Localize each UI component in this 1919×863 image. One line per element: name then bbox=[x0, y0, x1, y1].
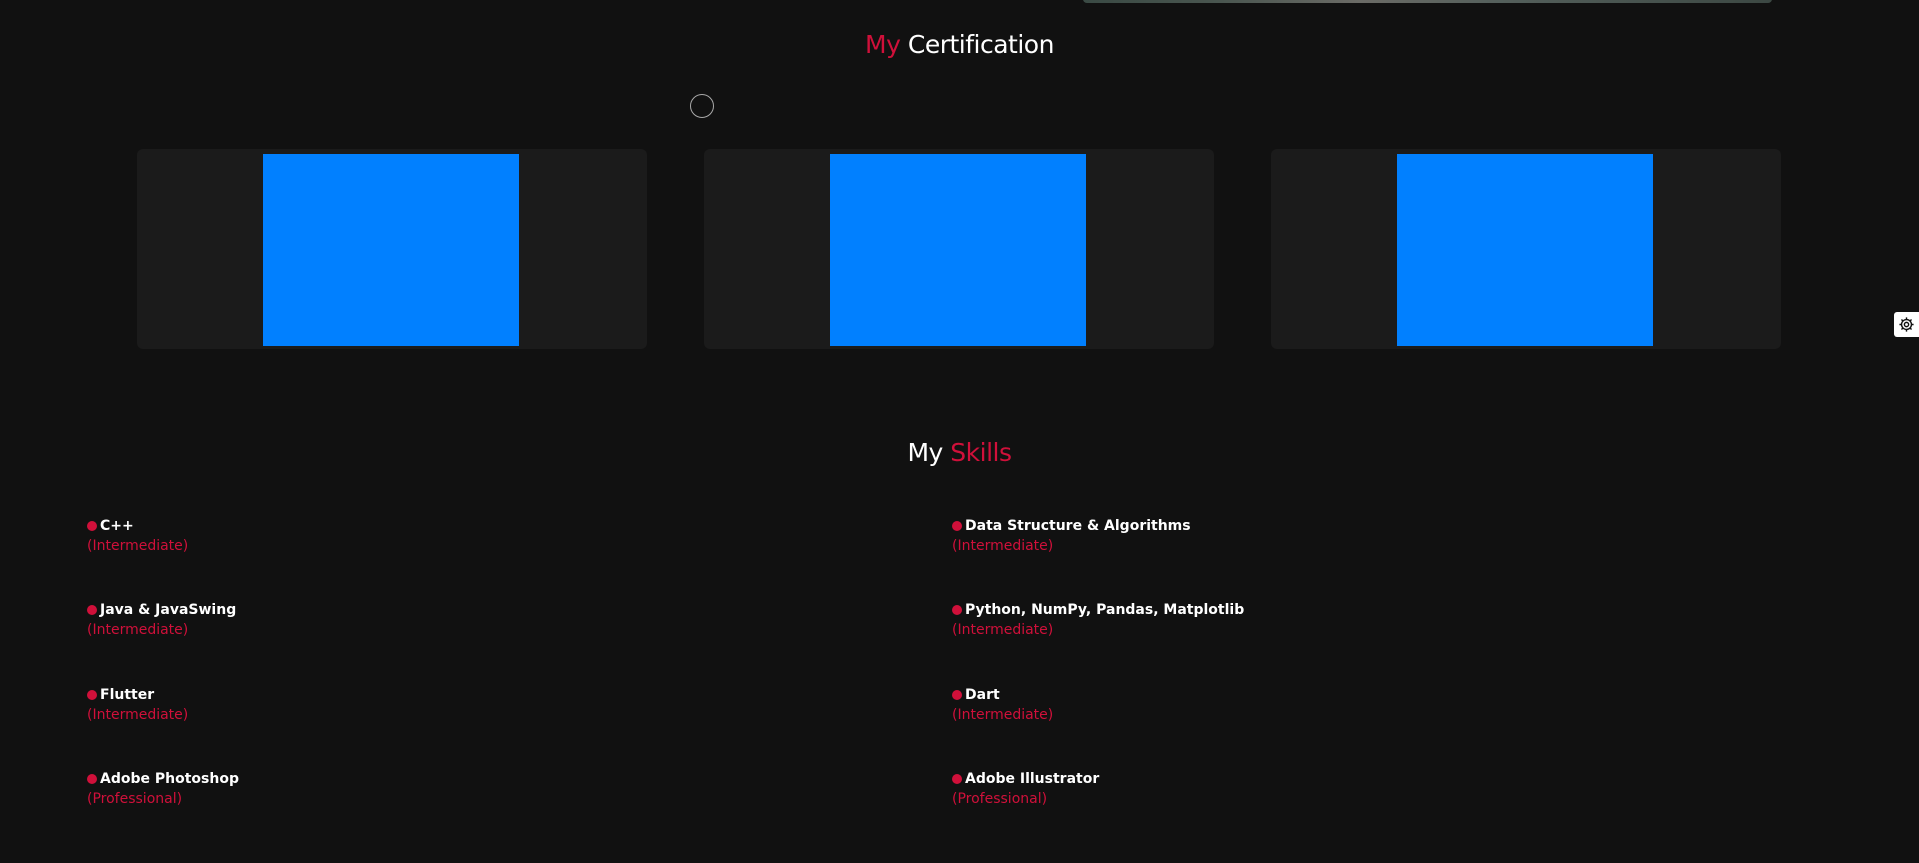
skill-item: Flutter (Intermediate) bbox=[87, 685, 687, 725]
skill-item: Java & JavaSwing (Intermediate) bbox=[87, 600, 687, 640]
certification-heading: My Certification bbox=[0, 30, 1919, 59]
skills-heading: My Skills bbox=[0, 438, 1919, 467]
portfolio-page: My Certification My Skills C++ (Intermed… bbox=[0, 0, 1919, 863]
skill-level: (Intermediate) bbox=[952, 707, 1054, 723]
skill-name: Adobe Illustrator bbox=[965, 771, 1100, 787]
skill-level: (Intermediate) bbox=[87, 622, 189, 638]
bullet-dot-icon bbox=[952, 521, 962, 531]
certification-heading-accent: My bbox=[865, 30, 901, 59]
skill-level: (Professional) bbox=[87, 791, 183, 807]
skill-name: Java & JavaSwing bbox=[100, 602, 237, 618]
skill-name: C++ bbox=[100, 518, 134, 534]
skill-name: Flutter bbox=[100, 687, 155, 703]
skill-item: Adobe Illustrator (Professional) bbox=[952, 769, 1552, 809]
previous-section-image bbox=[1083, 0, 1772, 3]
bullet-dot-icon bbox=[952, 774, 962, 784]
settings-button[interactable] bbox=[1894, 312, 1919, 337]
skill-item: Dart (Intermediate) bbox=[952, 685, 1552, 725]
skill-name: Python, NumPy, Pandas, Matplotlib bbox=[965, 602, 1245, 618]
skill-item: C++ (Intermediate) bbox=[87, 516, 687, 556]
certificate-thumbnail[interactable] bbox=[830, 154, 1086, 346]
bullet-dot-icon bbox=[87, 605, 97, 615]
certification-card[interactable] bbox=[137, 149, 647, 349]
skill-name: Adobe Photoshop bbox=[100, 771, 239, 787]
bullet-dot-icon bbox=[87, 521, 97, 531]
bullet-dot-icon bbox=[952, 605, 962, 615]
skills-heading-accent: Skills bbox=[950, 438, 1012, 467]
skill-level: (Intermediate) bbox=[952, 622, 1054, 638]
skill-level: (Intermediate) bbox=[87, 538, 189, 554]
certification-heading-text: Certification bbox=[907, 30, 1055, 59]
certificate-thumbnail[interactable] bbox=[263, 154, 519, 346]
bullet-dot-icon bbox=[87, 774, 97, 784]
certification-card[interactable] bbox=[1271, 149, 1781, 349]
certification-card[interactable] bbox=[704, 149, 1214, 349]
skill-item: Data Structure & Algorithms (Intermediat… bbox=[952, 516, 1552, 556]
skill-item: Python, NumPy, Pandas, Matplotlib (Inter… bbox=[952, 600, 1552, 640]
skills-heading-text: My bbox=[907, 438, 943, 467]
skill-level: (Intermediate) bbox=[87, 707, 189, 723]
skill-name: Data Structure & Algorithms bbox=[965, 518, 1191, 534]
bullet-dot-icon bbox=[87, 690, 97, 700]
cursor-ring-icon bbox=[690, 94, 714, 118]
skill-level: (Professional) bbox=[952, 791, 1048, 807]
gear-icon bbox=[1899, 317, 1914, 332]
certificate-thumbnail[interactable] bbox=[1397, 154, 1653, 346]
skill-level: (Intermediate) bbox=[952, 538, 1054, 554]
skill-name: Dart bbox=[965, 687, 1000, 703]
bullet-dot-icon bbox=[952, 690, 962, 700]
skill-item: Adobe Photoshop (Professional) bbox=[87, 769, 687, 809]
